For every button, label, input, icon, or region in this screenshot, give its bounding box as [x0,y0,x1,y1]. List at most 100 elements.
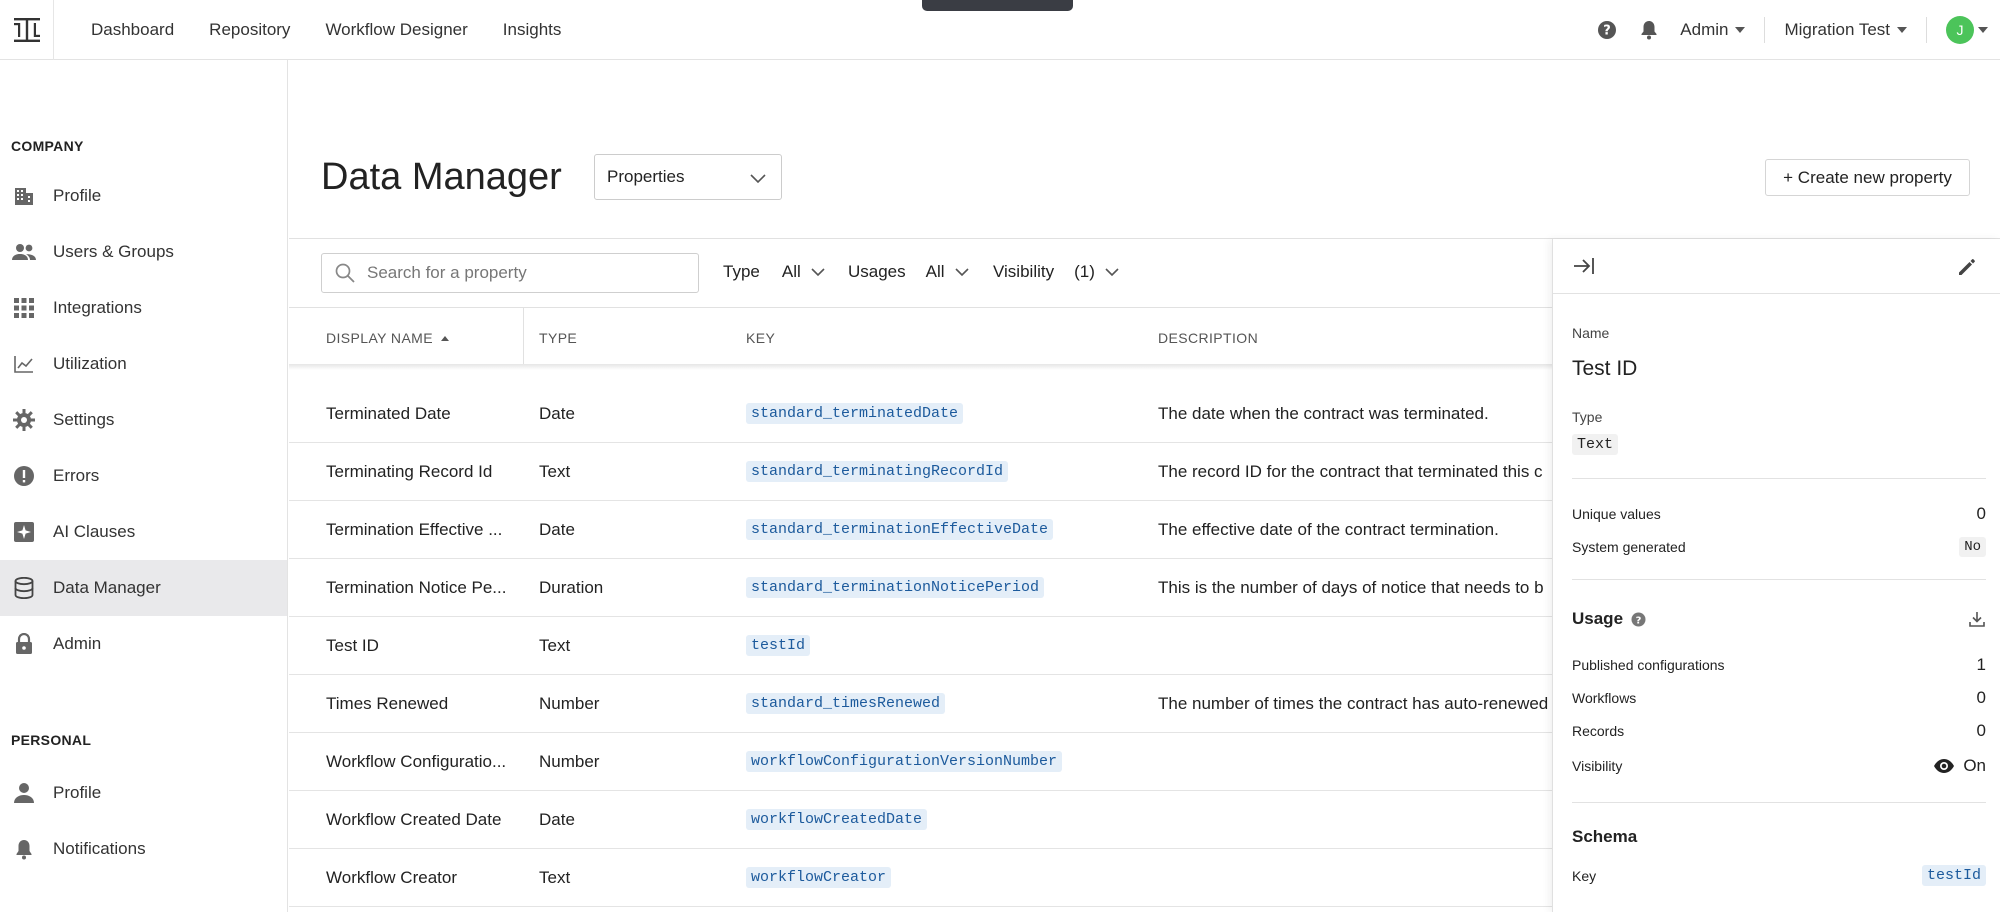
help-icon[interactable]: ? [1631,612,1646,627]
sidebar-item-profile[interactable]: Profile [0,168,287,224]
workspace-menu[interactable]: Migration Test [1784,20,1907,40]
app-logo[interactable] [0,0,54,60]
visibility-row: Visibility On [1572,756,1986,776]
search-field[interactable] [321,253,699,293]
sidebar-item-label: Notifications [53,839,146,858]
sidebar: COMPANY Profile Users & Groups Integrati… [0,60,288,912]
sidebar-item-label: Admin [53,634,102,653]
search-input[interactable] [367,263,687,283]
type-filter[interactable]: Type All [723,262,826,282]
cell-description [1158,791,1552,848]
schema-key-label: Key [1572,867,1597,884]
filter-divider [289,307,1552,308]
table-row[interactable]: Terminated Date Date standard_terminated… [289,385,1552,443]
key-code: standard_terminationEffectiveDate [746,519,1054,540]
workspace-menu-label: Migration Test [1784,20,1890,39]
table-row[interactable]: Termination Effective ... Date standard_… [289,501,1552,559]
sidebar-item-notifications[interactable]: Notifications [0,821,287,877]
grid-icon [12,296,36,320]
panel-header-divider [1553,293,2000,294]
table-row[interactable]: Test ID Text testId [289,617,1552,675]
nav-dashboard[interactable]: Dashboard [91,20,174,40]
type-filter-dropdown[interactable]: All [782,262,826,282]
visibility-filter-value: (1) [1074,262,1095,281]
edit-icon[interactable] [1957,257,1977,282]
visibility-toggle[interactable]: On [1933,756,1986,776]
cell-description: The record ID for the contract that term… [1158,461,1543,481]
table-row[interactable]: Workflow Configuratio... Number workflow… [289,733,1552,791]
table-row[interactable]: Terminating Record Id Text standard_term… [289,443,1552,501]
nav-insights[interactable]: Insights [503,20,562,40]
sidebar-heading-company: COMPANY [11,138,84,154]
sidebar-item-ai-clauses[interactable]: AI Clauses [0,504,287,560]
svg-text:?: ? [1636,615,1642,626]
logo-icon [13,17,40,42]
table-row[interactable]: Termination Notice Pe... Duration standa… [289,559,1552,617]
user-menu[interactable]: J [1946,16,1988,44]
cell-display-name: Termination Notice Pe... [326,577,507,597]
top-navigation-bar: Dashboard Repository Workflow Designer I… [0,0,2000,60]
usages-filter[interactable]: Usages All [848,262,970,282]
schema-key-value: testId [1921,865,1986,886]
table-row[interactable]: Times Renewed Number standard_timesRenew… [289,675,1552,733]
create-property-button[interactable]: + Create new property [1765,159,1970,196]
download-icon[interactable] [1968,610,1986,628]
bell-icon[interactable] [1638,19,1660,41]
sidebar-heading-personal: PERSONAL [11,732,92,748]
chevron-down-icon [750,174,766,184]
visibility-filter-dropdown[interactable]: (1) [1074,262,1120,282]
cell-key: workflowCreatedDate [746,791,928,848]
cell-key: standard_terminatedDate [746,385,964,442]
sidebar-item-integrations[interactable]: Integrations [0,280,287,336]
column-header-display-name[interactable]: DISPLAY NAME [326,330,449,346]
cell-type: Number [539,693,600,713]
nav-workflow-designer[interactable]: Workflow Designer [325,20,467,40]
property-detail-panel: Name Test ID Type Text Unique values 0 S… [1552,239,2000,912]
cell-display-name: Terminated Date [326,403,451,423]
unique-values-value: 0 [1976,504,1986,523]
nav-repository[interactable]: Repository [209,20,290,40]
divider [1926,17,1927,43]
table-row[interactable]: Workflow Created Date Date workflowCreat… [289,791,1552,849]
cell-display-name: Workflow Created Date [326,809,502,829]
system-generated-row: System generated No [1572,537,1986,557]
panel-divider [1572,802,1986,803]
table-row[interactable]: Workflow Creator Text workflowCreator [289,849,1552,907]
cell-key: workflowCreator [746,849,892,906]
usage-header: Usage ? [1572,609,1986,629]
view-select[interactable]: Properties [594,154,782,200]
cell-key: standard_terminationNoticePeriod [746,559,1045,616]
cell-display-name: Times Renewed [326,693,449,713]
sidebar-item-label: AI Clauses [53,522,136,541]
users-icon [12,240,36,264]
schema-heading: Schema [1572,827,1638,846]
sidebar-item-errors[interactable]: Errors [0,448,287,504]
cell-description [1158,733,1552,790]
top-handle-tab[interactable] [922,0,1073,11]
help-icon[interactable]: ? [1596,19,1618,41]
column-header-type[interactable]: TYPE [539,330,577,346]
usages-filter-dropdown[interactable]: All [926,262,970,282]
panel-divider [1572,579,1986,580]
sidebar-item-settings[interactable]: Settings [0,392,287,448]
cell-type: Date [539,809,575,829]
database-icon [12,576,36,600]
column-header-key[interactable]: KEY [746,330,775,346]
published-configurations-value: 1 [1976,655,1986,674]
gear-icon [12,408,36,432]
published-configurations-row: Published configurations 1 [1572,655,1986,675]
key-code: standard_terminatingRecordId [746,461,1009,482]
usages-filter-label: Usages [848,262,906,281]
sidebar-item-personal-profile[interactable]: Profile [0,765,287,821]
key-code: workflowCreator [746,867,892,888]
collapse-panel-icon[interactable] [1572,255,1596,282]
column-header-description[interactable]: DESCRIPTION [1158,330,1258,346]
sidebar-item-data-manager[interactable]: Data Manager [0,560,287,616]
cell-description: The date when the contract was terminate… [1158,403,1489,423]
visibility-filter[interactable]: Visibility (1) [993,262,1120,282]
sidebar-item-utilization[interactable]: Utilization [0,336,287,392]
sidebar-item-users-groups[interactable]: Users & Groups [0,224,287,280]
key-code: testId [746,635,811,656]
sidebar-item-admin[interactable]: Admin [0,616,287,672]
admin-menu[interactable]: Admin [1680,20,1746,40]
